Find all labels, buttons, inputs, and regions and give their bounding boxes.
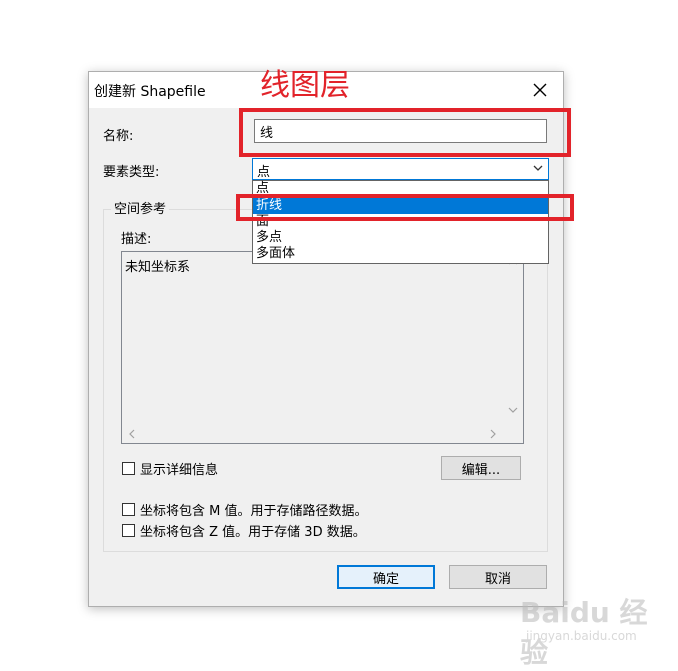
m-values-checkbox[interactable] — [122, 503, 135, 516]
feature-type-label: 要素类型: — [103, 165, 160, 180]
ok-button[interactable]: 确定 — [337, 565, 435, 589]
feature-type-select[interactable]: 点 — [252, 158, 549, 180]
polyline-highlight-box — [236, 194, 574, 221]
feature-type-value: 点 — [257, 165, 271, 180]
option-multipoint[interactable]: 多点 — [253, 230, 548, 246]
z-values-checkbox[interactable] — [122, 524, 135, 537]
scroll-down-icon[interactable] — [508, 406, 518, 414]
z-values-label: 坐标将包含 Z 值。用于存储 3D 数据。 — [140, 525, 366, 540]
m-values-label: 坐标将包含 M 值。用于存储路径数据。 — [140, 504, 368, 519]
chevron-down-icon — [533, 165, 543, 171]
close-button[interactable] — [517, 72, 563, 108]
dialog-title: 创建新 Shapefile — [94, 84, 206, 100]
scroll-left-icon[interactable] — [128, 429, 136, 439]
description-label: 描述: — [121, 232, 152, 247]
description-text: 未知坐标系 — [125, 260, 191, 275]
feature-type-dropdown: 点 折线 面 多点 多面体 — [252, 180, 549, 264]
option-multipatch[interactable]: 多面体 — [253, 246, 548, 262]
show-details-row[interactable]: 显示详细信息 — [122, 459, 218, 478]
description-box[interactable]: 未知坐标系 — [121, 251, 524, 444]
edit-button[interactable]: 编辑... — [441, 456, 521, 480]
show-details-checkbox[interactable] — [122, 462, 135, 475]
m-values-row[interactable]: 坐标将包含 M 值。用于存储路径数据。 — [122, 500, 367, 519]
watermark-url: jingyan.baidu.com — [526, 629, 637, 643]
close-icon — [533, 83, 547, 97]
name-label: 名称: — [103, 129, 134, 144]
baidu-watermark: Baidu 经验 jingyan.baidu.com — [520, 585, 670, 669]
annotation-title: 线图层 — [260, 68, 350, 103]
name-highlight-box — [239, 108, 571, 157]
spatial-reference-title: 空间参考 — [111, 198, 170, 217]
scroll-right-icon[interactable] — [489, 429, 497, 439]
z-values-row[interactable]: 坐标将包含 Z 值。用于存储 3D 数据。 — [122, 521, 366, 540]
show-details-label: 显示详细信息 — [140, 463, 219, 478]
